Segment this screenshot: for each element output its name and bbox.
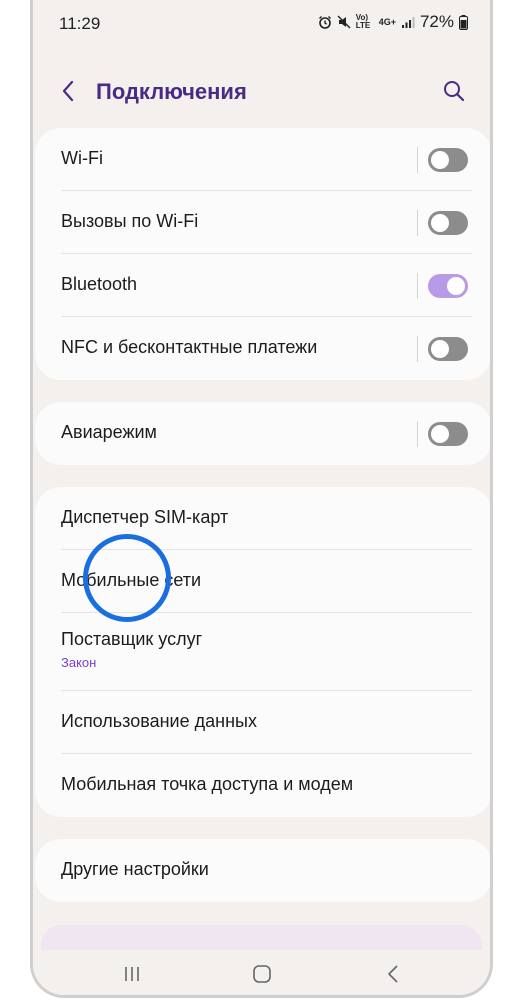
setting-row-data-usage[interactable]: Использование данных: [35, 691, 490, 754]
setting-row-service-provider[interactable]: Поставщик услуг Закон: [35, 613, 490, 691]
volte-indicator: Vo) LTE: [355, 13, 371, 30]
wifi-calling-toggle[interactable]: [428, 211, 468, 235]
setting-label: Вызовы по Wi-Fi: [61, 211, 199, 231]
page-title: Подключения: [96, 79, 247, 104]
settings-group-mobile: Диспетчер SIM-карт Мобильные сети Постав…: [35, 487, 490, 817]
setting-label: Диспетчер SIM-карт: [61, 507, 229, 527]
setting-sublabel: Закон: [61, 655, 97, 670]
wifi-toggle[interactable]: [428, 148, 468, 172]
settings-group-other: Другие настройки: [35, 839, 490, 902]
home-button[interactable]: [251, 964, 273, 989]
setting-label: NFC и бесконтактные платежи: [61, 337, 318, 357]
phone-screen: 11:29 Vo) LTE 4G+ 72% Подключения Wi-Fi …: [30, 0, 493, 998]
setting-row-other-settings[interactable]: Другие настройки: [35, 839, 490, 902]
setting-label: Мобильная точка доступа и модем: [61, 774, 354, 794]
status-bar: 11:29 Vo) LTE 4G+ 72%: [33, 0, 490, 46]
search-icon: [444, 81, 465, 102]
setting-row-hotspot[interactable]: Мобильная точка доступа и модем: [35, 754, 490, 817]
alarm-icon: [318, 15, 332, 29]
signal-icon: [401, 15, 415, 29]
divider: [417, 421, 418, 447]
touch-indicator: [83, 534, 171, 622]
settings-group-airplane: Авиарежим: [35, 402, 490, 465]
divider: [417, 147, 418, 173]
bluetooth-toggle[interactable]: [428, 274, 468, 298]
setting-row-wifi[interactable]: Wi-Fi: [35, 128, 490, 191]
airplane-mode-toggle[interactable]: [428, 422, 468, 446]
setting-label: Использование данных: [61, 711, 257, 731]
setting-label: Bluetooth: [61, 274, 138, 294]
search-button[interactable]: [440, 76, 468, 106]
battery-icon: [459, 14, 468, 30]
battery-percent: 72%: [419, 12, 454, 31]
setting-label: Другие настройки: [61, 859, 209, 879]
setting-label: Авиарежим: [61, 422, 157, 442]
mute-icon: [337, 15, 351, 29]
app-header: Подключения: [33, 70, 490, 114]
status-time: 11:29: [59, 14, 101, 33]
divider: [417, 210, 418, 236]
network-type: 4G+: [378, 17, 396, 27]
chevron-left-icon: [62, 80, 74, 102]
setting-row-bluetooth[interactable]: Bluetooth: [35, 254, 490, 317]
nav-back-button[interactable]: [383, 964, 405, 989]
navigation-bar: [33, 950, 490, 995]
setting-label: Wi-Fi: [61, 148, 103, 168]
setting-row-airplane-mode[interactable]: Авиарежим: [35, 402, 490, 465]
home-icon: [253, 965, 271, 983]
setting-label: Поставщик услуг: [61, 629, 203, 649]
recents-button[interactable]: [121, 964, 143, 989]
setting-row-wifi-calling[interactable]: Вызовы по Wi-Fi: [35, 191, 490, 254]
settings-group-wireless: Wi-Fi Вызовы по Wi-Fi Bluetooth NFC и бе…: [35, 128, 490, 380]
back-icon: [388, 965, 398, 983]
recents-icon: [125, 967, 139, 981]
back-button[interactable]: [57, 76, 81, 106]
divider: [417, 273, 418, 299]
status-icons: Vo) LTE 4G+ 72%: [318, 12, 468, 32]
nfc-toggle[interactable]: [428, 337, 468, 361]
setting-row-nfc[interactable]: NFC и бесконтактные платежи: [35, 317, 490, 380]
divider: [417, 336, 418, 362]
